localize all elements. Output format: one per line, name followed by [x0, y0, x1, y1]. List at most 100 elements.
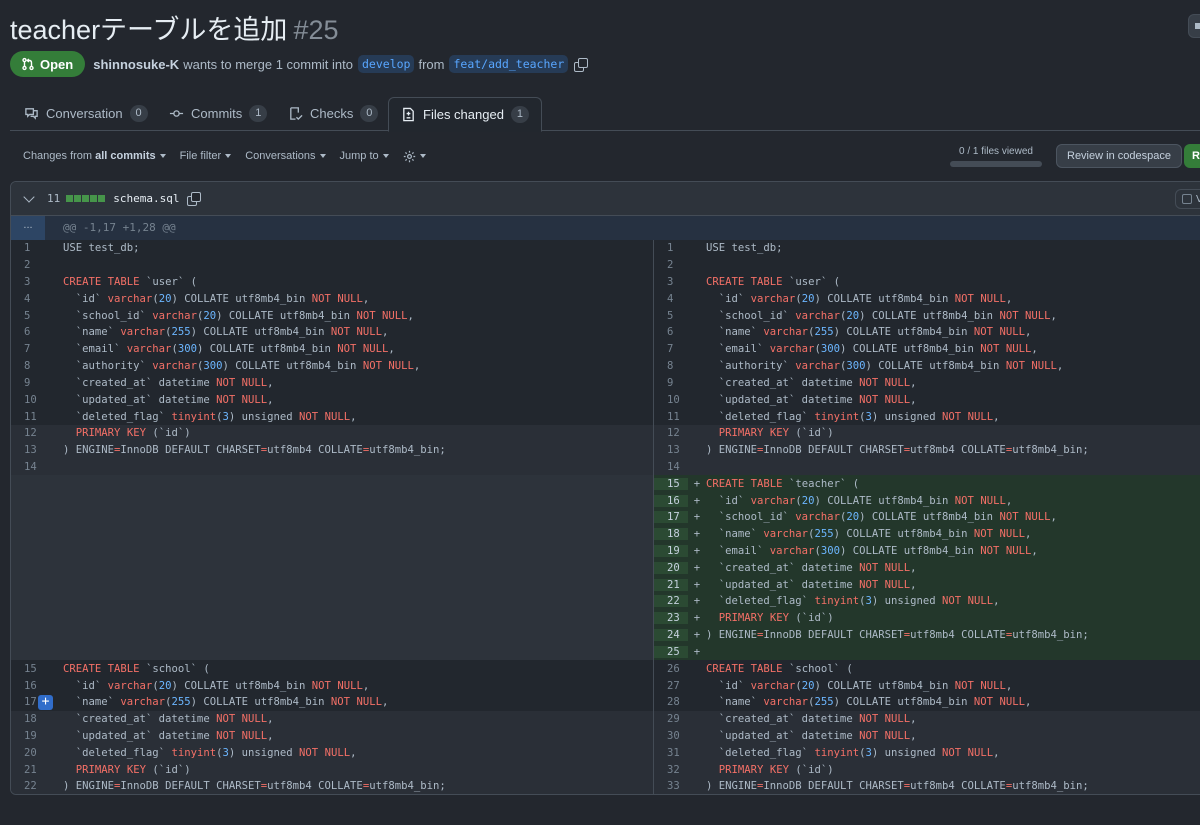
line-number[interactable]: 33	[654, 780, 688, 792]
line-number[interactable]: 20	[654, 561, 688, 574]
diff-line: 23 + PRIMARY KEY (`id`)	[654, 609, 1200, 627]
diff-line: 5 `school_id` varchar(20) COLLATE utf8mb…	[654, 307, 1200, 324]
line-number[interactable]: 13	[654, 444, 688, 456]
line-number[interactable]: 16	[11, 680, 45, 692]
line-number[interactable]: 3	[11, 276, 45, 288]
line-number[interactable]: 11	[654, 411, 688, 423]
head-branch[interactable]: feat/add_teacher	[449, 55, 569, 73]
review-in-codespace-button[interactable]: Review in codespace	[1056, 144, 1182, 168]
jump-to-dropdown[interactable]: Jump to	[340, 150, 389, 162]
line-number[interactable]: 15	[654, 477, 688, 490]
code-text: `school_id` varchar(20) COLLATE utf8mb4_…	[706, 511, 1057, 524]
tab-label: Commits	[191, 106, 243, 121]
line-number[interactable]: 26	[654, 663, 688, 675]
line-number[interactable]: 9	[11, 377, 45, 389]
line-number[interactable]: 8	[11, 360, 45, 372]
line-number[interactable]: 23	[654, 612, 688, 625]
changes-from-dropdown[interactable]: Changes from all commits	[23, 150, 166, 162]
tab-count: 0	[360, 105, 379, 122]
diff-line: 3 CREATE TABLE `user` (	[11, 274, 653, 291]
line-number[interactable]: 22	[11, 780, 45, 792]
tab-conversation[interactable]: Conversation 0	[12, 96, 160, 131]
diff-line: 17 + `school_id` varchar(20) COLLATE utf8…	[654, 509, 1200, 526]
line-number[interactable]: 4	[654, 293, 688, 305]
line-number[interactable]: 22	[654, 595, 688, 608]
diff-marker: +	[693, 545, 701, 558]
line-number[interactable]: 25	[654, 645, 688, 658]
line-number[interactable]: 10	[654, 394, 688, 406]
line-number[interactable]: 7	[654, 343, 688, 355]
files-viewed-text: 0 / 1 files viewed	[959, 146, 1033, 157]
diff-marker: +	[693, 494, 701, 507]
line-number[interactable]: 21	[11, 764, 45, 776]
line-number[interactable]: 3	[654, 276, 688, 288]
tab-count: 1	[510, 106, 529, 123]
line-number[interactable]: 14	[654, 461, 688, 473]
line-number[interactable]: 15	[11, 663, 45, 675]
tab-commits[interactable]: Commits 1	[157, 96, 279, 131]
line-number[interactable]: 17	[654, 511, 688, 524]
line-number[interactable]: 13	[11, 444, 45, 456]
header-action-button[interactable]	[1188, 14, 1200, 38]
expand-lines-button[interactable]: ...	[11, 216, 45, 240]
line-number[interactable]: 14	[11, 461, 45, 473]
line-number[interactable]: 18	[654, 528, 688, 541]
tab-count: 1	[249, 105, 268, 122]
line-number[interactable]: 24	[654, 629, 688, 642]
chevron-down-icon	[319, 154, 326, 158]
settings-dropdown[interactable]	[403, 150, 426, 163]
line-number[interactable]: 6	[11, 326, 45, 338]
line-number[interactable]: 2	[654, 259, 688, 271]
code-text: `deleted_flag` tinyint(3) unsigned NOT N…	[63, 410, 357, 423]
line-number[interactable]: 7	[11, 343, 45, 355]
line-number[interactable]: 11	[11, 411, 45, 423]
line-number[interactable]: 30	[654, 730, 688, 742]
conversations-dropdown[interactable]: Conversations	[245, 150, 326, 162]
base-branch[interactable]: develop	[358, 55, 415, 73]
line-number[interactable]: 12	[654, 427, 688, 439]
copy-icon[interactable]	[187, 192, 202, 206]
tab-files-changed[interactable]: Files changed 1	[388, 97, 542, 132]
line-number[interactable]: 5	[11, 310, 45, 322]
line-number[interactable]: 16	[654, 494, 688, 507]
line-number[interactable]: 21	[654, 578, 688, 591]
file-filter-dropdown[interactable]: File filter	[180, 150, 232, 162]
line-number[interactable]: 8	[654, 360, 688, 372]
line-number[interactable]: 19	[654, 545, 688, 558]
line-number[interactable]: 32	[654, 764, 688, 776]
line-number[interactable]: 1	[654, 242, 688, 254]
chevron-down-icon[interactable]	[23, 190, 35, 203]
pr-author-link[interactable]: shinnosuke-K	[93, 57, 179, 72]
line-number[interactable]: 20	[11, 747, 45, 759]
diffstat	[66, 195, 106, 202]
code-text: `deleted_flag` tinyint(3) unsigned NOT N…	[706, 746, 1000, 759]
add-comment-button[interactable]: +	[38, 694, 53, 710]
line-number[interactable]: 9	[654, 377, 688, 389]
line-number[interactable]: 31	[654, 747, 688, 759]
tab-checks[interactable]: Checks 0	[276, 96, 390, 131]
viewed-checkbox[interactable]: Vi	[1175, 189, 1200, 209]
line-number[interactable]: 29	[654, 713, 688, 725]
line-number[interactable]: 10	[11, 394, 45, 406]
file-header: 11 schema.sql Vi	[11, 182, 1200, 216]
line-number[interactable]: 18	[11, 713, 45, 725]
line-number[interactable]: 6	[654, 326, 688, 338]
diff-marker: +	[693, 578, 701, 591]
diff-line: 31 `deleted_flag` tinyint(3) unsigned NO…	[654, 744, 1200, 762]
copy-icon[interactable]	[574, 57, 589, 72]
diff-line	[11, 593, 653, 610]
line-number[interactable]: 1	[11, 242, 45, 254]
line-number[interactable]: 5	[654, 310, 688, 322]
line-number[interactable]: 12	[11, 427, 45, 439]
diff-line: 21 PRIMARY KEY (`id`)	[11, 761, 653, 778]
code-text: `updated_at` datetime NOT NULL,	[706, 578, 917, 591]
diff-right-side: 1 USE test_db; 2 3 CREATE TABLE `user` (4 `i…	[654, 240, 1200, 794]
line-number[interactable]: 2	[11, 259, 45, 271]
line-number[interactable]: 28	[654, 696, 688, 708]
line-number[interactable]: 4	[11, 293, 45, 305]
commit-icon	[169, 110, 184, 117]
line-number[interactable]: 19	[11, 730, 45, 742]
review-changes-button[interactable]: R	[1184, 144, 1200, 168]
file-name-link[interactable]: schema.sql	[113, 192, 179, 205]
line-number[interactable]: 27	[654, 680, 688, 692]
